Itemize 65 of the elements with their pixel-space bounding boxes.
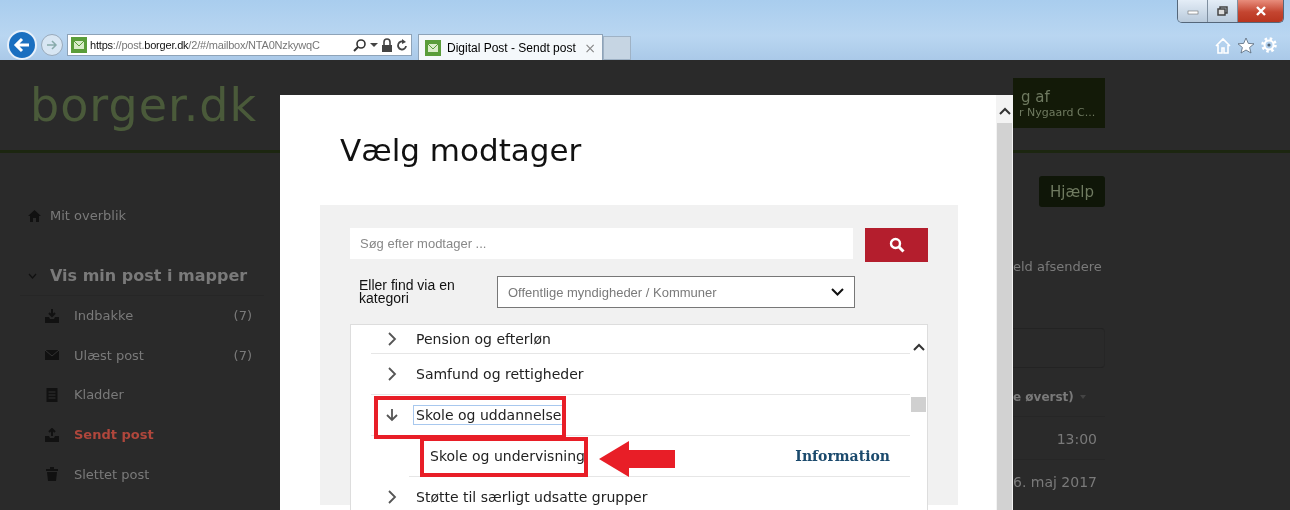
- chevron-down-icon: [831, 288, 844, 296]
- chevron-icon: [28, 272, 37, 279]
- scrollbar[interactable]: [996, 95, 1013, 510]
- scroll-up-icon[interactable]: [998, 107, 1011, 115]
- envelope-icon: [44, 350, 60, 361]
- sort-label: e øverst): [1013, 390, 1074, 404]
- url-part: https: [90, 39, 113, 51]
- upload-tray-icon: [44, 427, 60, 442]
- minimize-button[interactable]: [1178, 0, 1208, 22]
- home-icon: [28, 209, 41, 222]
- subcategory-item[interactable]: Skole og undervisning Information: [409, 436, 910, 477]
- category-item[interactable]: Støtte til særligt udsatte grupper: [371, 477, 910, 510]
- chevron-icon: [386, 367, 398, 381]
- back-button[interactable]: [7, 30, 37, 60]
- search-field[interactable]: Søg efter modtager ...: [350, 228, 853, 259]
- close-tab-button[interactable]: ×: [584, 39, 596, 56]
- folder-item[interactable]: Indbakke (7): [20, 296, 252, 336]
- envelope-icon: [71, 37, 87, 53]
- chevron-icon: [386, 490, 398, 504]
- search-button[interactable]: [865, 228, 928, 262]
- down-arrow-icon: [386, 408, 398, 422]
- category-select[interactable]: Offentlige myndigheder / Kommuner: [497, 276, 855, 308]
- category-item[interactable]: Skole og uddannelse: [371, 395, 910, 436]
- refresh-icon[interactable]: [396, 38, 408, 52]
- folder-item[interactable]: Ulæst post (7): [20, 335, 252, 376]
- folder-count: (7): [233, 308, 252, 324]
- forward-arrow-icon: [45, 38, 59, 52]
- overview-link[interactable]: Mit overblik: [20, 208, 290, 223]
- star-icon[interactable]: [1237, 36, 1255, 54]
- category-label: Eller find via en kategori: [358, 279, 456, 305]
- account-button[interactable]: g af r Nygaard C...: [1013, 78, 1105, 128]
- category-item[interactable]: Pension og efterløn: [371, 325, 910, 354]
- dialog-title: Vælg modtager: [340, 132, 583, 168]
- folder-count: (7): [233, 347, 252, 363]
- settings-icon[interactable]: [1260, 36, 1278, 54]
- scroll-up-icon[interactable]: [912, 343, 925, 351]
- trash-icon: [44, 467, 60, 482]
- url-part: borger.dk: [144, 39, 189, 51]
- restore-icon: [1216, 6, 1229, 16]
- scroll-thumb[interactable]: [911, 397, 926, 412]
- folder-item[interactable]: Slettet post: [20, 454, 252, 494]
- dropdown-icon[interactable]: [370, 42, 378, 48]
- filter-text: eld afsendere: [1012, 259, 1102, 274]
- chevron-icon: [386, 332, 398, 346]
- document-icon: [44, 388, 60, 402]
- category-item[interactable]: Samfund og rettigheder: [371, 354, 910, 395]
- folders-toggle[interactable]: Vis min post i mapper: [20, 256, 264, 296]
- envelope-icon: [425, 39, 441, 56]
- search-icon: [888, 237, 905, 253]
- folder-item[interactable]: Sendt post: [20, 414, 252, 455]
- folder-item[interactable]: Kladder: [20, 375, 252, 415]
- url-part: ://post.: [112, 39, 145, 51]
- download-tray-icon: [44, 308, 60, 323]
- address-bar[interactable]: https://post.borger.dk/2/#/mailbox/NTA0NzkywqC: [67, 34, 412, 56]
- url-part: /2/#/mailbox/NTA0NzkywqC: [188, 39, 320, 51]
- search-icon[interactable]: [353, 38, 367, 52]
- restore-button[interactable]: [1208, 0, 1238, 22]
- close-button[interactable]: [1238, 0, 1283, 22]
- close-icon: [1254, 6, 1267, 16]
- minimize-icon: [1186, 7, 1199, 15]
- information-link[interactable]: Information: [795, 448, 890, 464]
- browser-tab[interactable]: Digital Post - Sendt post ×: [418, 34, 603, 60]
- help-button[interactable]: Hjælp: [1039, 176, 1105, 207]
- lock-icon: [381, 38, 393, 52]
- back-arrow-icon: [12, 35, 32, 55]
